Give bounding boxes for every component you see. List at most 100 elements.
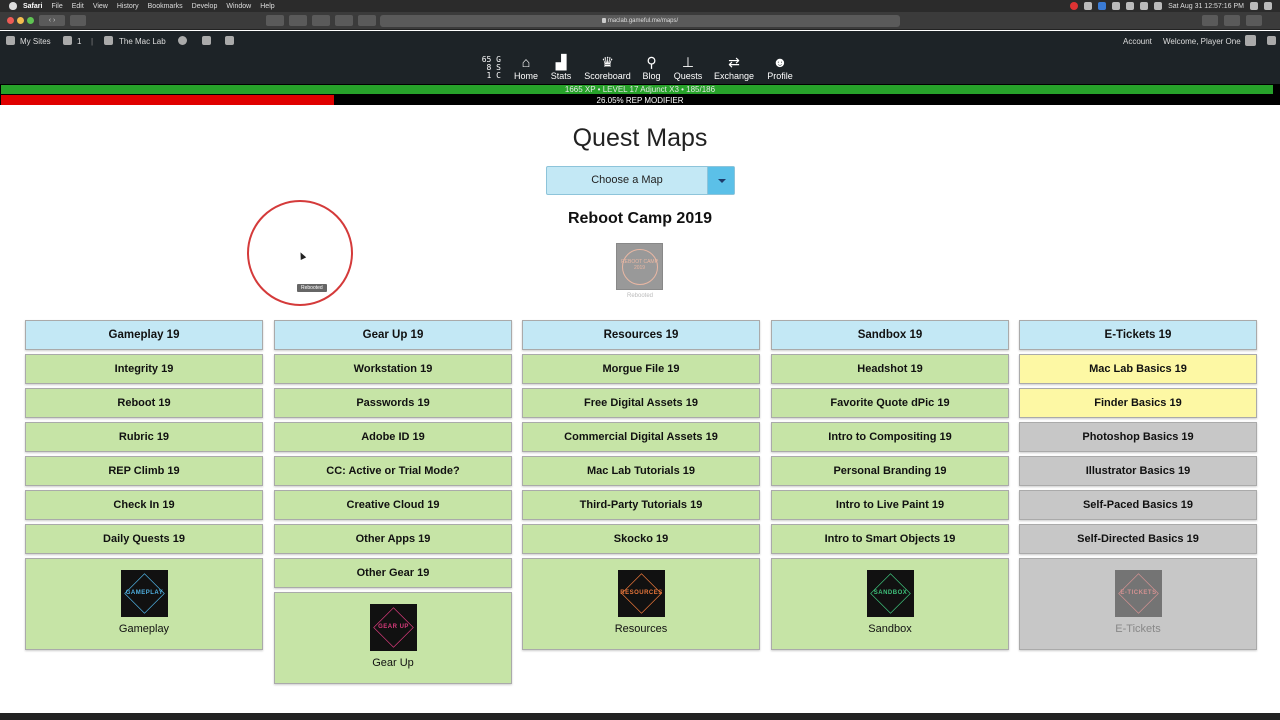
status-icon[interactable] — [1070, 2, 1079, 10]
quest-button[interactable]: Morgue File 19 — [522, 354, 760, 384]
address-bar[interactable]: maclab.gameful.me/maps/ — [380, 15, 900, 27]
dashboard-icon[interactable] — [104, 36, 113, 45]
menu-item[interactable]: Edit — [72, 3, 84, 10]
nav-quests[interactable]: ⊥ Quests — [673, 54, 703, 81]
nav-blog[interactable]: ⚲ Blog — [641, 54, 662, 81]
quest-button[interactable]: Passwords 19 — [274, 388, 512, 418]
search-icon[interactable] — [1250, 2, 1258, 10]
nav-stats[interactable]: ▟ Stats — [550, 54, 572, 81]
menu-item[interactable]: File — [51, 3, 62, 10]
quest-button[interactable]: Skocko 19 — [522, 524, 760, 554]
quest-button[interactable]: Intro to Compositing 19 — [771, 422, 1009, 452]
menu-item[interactable]: Develop — [192, 3, 218, 10]
group-icon[interactable] — [202, 36, 211, 45]
back-forward-buttons[interactable]: ‹ › — [39, 15, 65, 26]
apple-icon[interactable] — [9, 2, 17, 10]
quest-button[interactable]: Photoshop Basics 19 — [1019, 422, 1257, 452]
comment-icon[interactable] — [63, 36, 72, 45]
menu-list-icon[interactable] — [1264, 2, 1272, 10]
tabs-icon[interactable] — [1246, 15, 1262, 26]
quest-button[interactable]: Free Digital Assets 19 — [522, 388, 760, 418]
quest-button[interactable]: Other Gear 19 — [274, 558, 512, 588]
clock[interactable]: Sat Aug 31 12:57:16 PM — [1168, 3, 1244, 10]
my-sites-icon[interactable] — [6, 36, 15, 45]
trash-icon[interactable] — [225, 36, 234, 45]
quest-button[interactable]: Other Apps 19 — [274, 524, 512, 554]
quest-button[interactable]: Mac Lab Tutorials 19 — [522, 456, 760, 486]
nav-scoreboard[interactable]: ♛ Scoreboard — [584, 54, 631, 81]
choose-map-dropdown[interactable]: Choose a Map — [546, 166, 735, 195]
dropbox-icon[interactable] — [1098, 2, 1107, 10]
quest-button[interactable]: Third-Party Tutorials 19 — [522, 490, 760, 520]
quest-button[interactable]: Mac Lab Basics 19 — [1019, 354, 1257, 384]
download-icon[interactable] — [1202, 15, 1218, 26]
comments-count[interactable]: 1 — [77, 37, 81, 46]
quest-button[interactable]: Intro to Smart Objects 19 — [771, 524, 1009, 554]
map-category-card[interactable]: RESOURCES Resources — [522, 558, 760, 650]
column-header[interactable]: Gameplay 19 — [25, 320, 263, 350]
quest-button[interactable]: Commercial Digital Assets 19 — [522, 422, 760, 452]
welcome-user[interactable]: Welcome, Player One — [1163, 37, 1241, 46]
column-header[interactable]: Gear Up 19 — [274, 320, 512, 350]
toolbar-icon[interactable] — [312, 15, 330, 26]
map-category-card[interactable]: SANDBOX Sandbox — [771, 558, 1009, 650]
quest-button[interactable]: Check In 19 — [25, 490, 263, 520]
battery-icon[interactable] — [1154, 2, 1163, 10]
quest-button[interactable]: Integrity 19 — [25, 354, 263, 384]
user-avatar[interactable] — [1245, 35, 1256, 46]
map-category-card[interactable]: GAMEPLAY Gameplay — [25, 558, 263, 650]
toolbar-icon[interactable] — [266, 15, 284, 26]
menu-item[interactable]: Window — [226, 3, 251, 10]
column-header[interactable]: Sandbox 19 — [771, 320, 1009, 350]
menu-item[interactable]: History — [117, 3, 139, 10]
share-icon[interactable] — [1224, 15, 1240, 26]
quest-button[interactable]: REP Climb 19 — [25, 456, 263, 486]
wifi-icon[interactable] — [1126, 2, 1135, 10]
exchange-arrows-icon: ⇄ — [728, 54, 740, 70]
pinterest-icon[interactable] — [289, 15, 307, 26]
column-header[interactable]: E-Tickets 19 — [1019, 320, 1257, 350]
add-new-icon[interactable] — [178, 36, 187, 45]
toolbar-icon[interactable] — [358, 15, 376, 26]
sidebar-icon[interactable] — [70, 15, 86, 26]
my-sites-link[interactable]: My Sites — [20, 37, 51, 46]
volume-icon[interactable] — [1140, 2, 1149, 10]
quest-button[interactable]: Self-Paced Basics 19 — [1019, 490, 1257, 520]
nav-profile[interactable]: ☻ Profile — [767, 54, 793, 81]
quest-button[interactable]: Headshot 19 — [771, 354, 1009, 384]
quest-button[interactable]: Personal Branding 19 — [771, 456, 1009, 486]
quest-button[interactable]: CC: Active or Trial Mode? — [274, 456, 512, 486]
status-icon[interactable] — [1084, 2, 1093, 10]
quest-button[interactable]: Rubric 19 — [25, 422, 263, 452]
account-link[interactable]: Account — [1123, 37, 1152, 46]
map-badge-image[interactable]: REBOOT CAMP 2019 — [616, 243, 663, 290]
quest-button[interactable]: Daily Quests 19 — [25, 524, 263, 554]
quest-button[interactable]: Workstation 19 — [274, 354, 512, 384]
status-icon[interactable] — [1112, 2, 1121, 10]
menu-item[interactable]: Help — [260, 3, 274, 10]
quest-button[interactable]: Reboot 19 — [25, 388, 263, 418]
nav-home[interactable]: ⌂ Home — [513, 54, 539, 81]
quest-button[interactable]: Creative Cloud 19 — [274, 490, 512, 520]
quest-button[interactable]: Adobe ID 19 — [274, 422, 512, 452]
quest-button[interactable]: Intro to Live Paint 19 — [771, 490, 1009, 520]
column-header[interactable]: Resources 19 — [522, 320, 760, 350]
menu-item[interactable]: View — [93, 3, 108, 10]
menu-toggle-icon[interactable] — [1267, 36, 1276, 45]
map-category-card[interactable]: GEAR UP Gear Up — [274, 592, 512, 684]
quest-button[interactable]: Favorite Quote dPic 19 — [771, 388, 1009, 418]
password-icon[interactable] — [335, 15, 353, 26]
site-name-link[interactable]: The Mac Lab — [119, 37, 166, 46]
quest-button[interactable]: Finder Basics 19 — [1019, 388, 1257, 418]
close-window-button[interactable] — [7, 17, 14, 24]
nav-exchange[interactable]: ⇄ Exchange — [713, 54, 755, 81]
minimize-window-button[interactable] — [17, 17, 24, 24]
logo-word: GAMEPLAY — [125, 590, 164, 596]
menu-app-name[interactable]: Safari — [23, 3, 42, 10]
quest-button[interactable]: Illustrator Basics 19 — [1019, 456, 1257, 486]
zoom-window-button[interactable] — [27, 17, 34, 24]
map-category-card[interactable]: E-TICKETS E-Tickets — [1019, 558, 1257, 650]
menu-item[interactable]: Bookmarks — [148, 3, 183, 10]
chevron-down-icon[interactable] — [707, 167, 734, 194]
quest-button[interactable]: Self-Directed Basics 19 — [1019, 524, 1257, 554]
